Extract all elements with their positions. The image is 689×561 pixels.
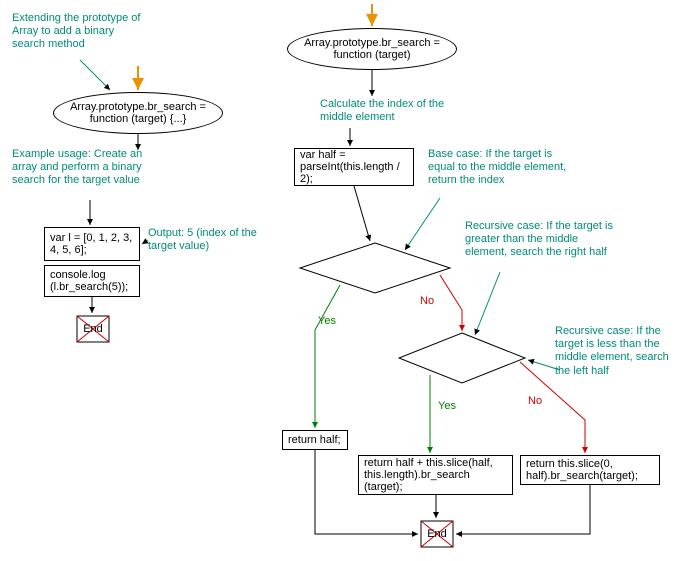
label-yes-1: Yes: [318, 315, 336, 327]
ellipse-function-def-left-text: Array.prototype.br_search = function (ta…: [62, 101, 214, 125]
end-right: End: [420, 520, 454, 551]
code-return-left-slice: return this.slice(0, half).br_search(tar…: [520, 455, 660, 485]
diamond-target-equals-text: target === this[half] ?: [307, 262, 443, 274]
code-return-half-text: return half;: [288, 434, 341, 446]
label-yes-2: Yes: [438, 400, 456, 412]
annotation-calc-middle: Calculate the index of the middle elemen…: [320, 98, 455, 124]
code-return-left-slice-text: return this.slice(0, half).br_search(tar…: [526, 458, 654, 482]
ellipse-function-def-right-text: Array.prototype.br_search = function (ta…: [296, 37, 448, 61]
annotation-base-case: Base case: If the target is equal to the…: [428, 148, 568, 188]
label-no-2: No: [528, 395, 542, 407]
code-return-half: return half;: [282, 430, 348, 450]
ellipse-function-def-left: Array.prototype.br_search = function (ta…: [53, 92, 223, 134]
label-no-1: No: [420, 295, 434, 307]
annotation-extend-prototype: Extending the prototype of Array to add …: [12, 12, 147, 52]
code-array-literal: var l = [0, 1, 2, 3, 4, 5, 6];: [44, 227, 140, 261]
diamond-target-greater-text: target > this[half] ?: [404, 352, 520, 364]
code-array-literal-text: var l = [0, 1, 2, 3, 4, 5, 6];: [50, 232, 134, 256]
end-left-text: End: [83, 323, 103, 335]
code-var-half: var half = parseInt(this.length / 2);: [294, 148, 414, 186]
code-return-right-slice-text: return half + this.slice(half, this.leng…: [364, 457, 507, 493]
ellipse-function-def-right: Array.prototype.br_search = function (ta…: [287, 28, 457, 70]
code-console-log: console.log (l.br_search(5));: [44, 265, 140, 297]
annotation-output: Output: 5 (index of the target value): [148, 227, 258, 253]
code-var-half-text: var half = parseInt(this.length / 2);: [300, 149, 408, 185]
code-return-right-slice: return half + this.slice(half, this.leng…: [358, 455, 513, 495]
end-right-text: End: [427, 528, 447, 540]
code-console-log-text: console.log (l.br_search(5));: [50, 269, 134, 293]
annotation-recursive-right: Recursive case: If the target is greater…: [465, 220, 615, 260]
annotation-recursive-left: Recursive case: If the target is less th…: [555, 325, 685, 378]
end-left: End: [76, 315, 110, 346]
annotation-example-usage: Example usage: Create an array and perfo…: [12, 148, 157, 188]
